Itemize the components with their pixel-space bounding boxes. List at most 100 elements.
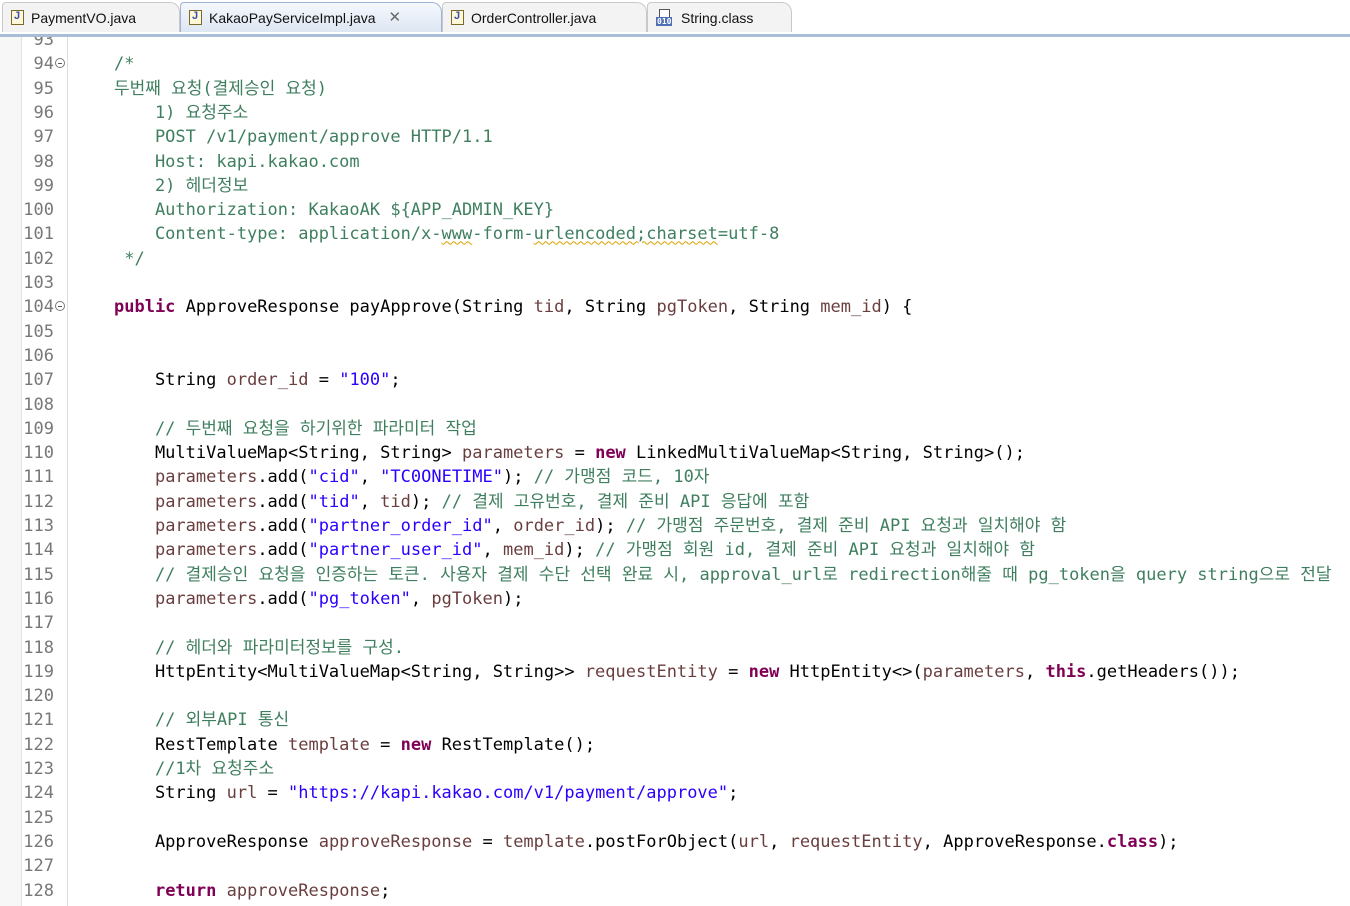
code-token: 2) 헤더정보	[114, 175, 249, 196]
code-token: =	[717, 661, 749, 682]
code-line[interactable]: 123 //1차 요청주소	[0, 757, 1350, 781]
code-line[interactable]: 95 두번째 요청(결제승인 요청)	[0, 77, 1350, 101]
code-token: return	[154, 880, 217, 901]
code-text: parameters.add("pg_token", pgToken);	[114, 587, 524, 611]
line-number: 105	[23, 321, 54, 342]
tab-label: PaymentVO.java	[31, 9, 137, 26]
code-line[interactable]: 110 MultiValueMap<String, String> parame…	[0, 441, 1350, 465]
code-line[interactable]: 118 // 헤더와 파라미터정보를 구성.	[0, 636, 1350, 660]
code-token: /*	[114, 54, 135, 75]
code-line[interactable]: 128 return approveResponse;	[0, 879, 1350, 903]
code-editor[interactable]: 93 94/* 95 두번째 요청(결제승인 요청) 96 1) 요청주소 97 POST…	[0, 37, 1350, 906]
close-icon[interactable]: ✕	[389, 10, 402, 25]
code-line[interactable]: 103	[0, 271, 1350, 295]
tab-kakaopayserviceimpl[interactable]: KakaoPayServiceImpl.java ✕	[180, 2, 442, 32]
code-token: approveResponse	[318, 831, 473, 852]
code-token: .getHeaders());	[1086, 661, 1240, 682]
java-file-icon	[11, 10, 24, 25]
code-line[interactable]: 124 String url = "https://kapi.kakao.com…	[0, 781, 1350, 805]
fold-toggle-icon[interactable]	[55, 301, 65, 312]
code-line[interactable]: 126 ApproveResponse approveResponse = te…	[0, 830, 1350, 854]
code-line[interactable]: 109 // 두번째 요청을 하기위한 파라미터 작업	[0, 417, 1350, 441]
line-number: 116	[23, 588, 54, 609]
code-token: parameters	[462, 443, 565, 464]
code-token: pgToken	[431, 588, 503, 609]
code-line[interactable]: 99 2) 헤더정보	[0, 174, 1350, 198]
code-line[interactable]: 98 Host: kapi.kakao.com	[0, 150, 1350, 174]
code-line[interactable]: 94 /*	[0, 52, 1350, 76]
code-line[interactable]: 114 parameters.add("partner_user_id", me…	[0, 538, 1350, 562]
code-token: parameters	[154, 516, 258, 536]
code-token: =	[369, 734, 401, 755]
code-line[interactable]: 106	[0, 344, 1350, 368]
code-token: approveResponse	[226, 880, 381, 901]
code-token: ,	[482, 540, 503, 561]
code-text: 1) 요청주소	[114, 101, 248, 125]
code-text: /*	[114, 52, 134, 76]
code-line[interactable]: 117	[0, 611, 1350, 635]
line-number: 107	[23, 370, 54, 391]
code-token: ApproveResponse	[114, 831, 319, 852]
code-line[interactable]: 108	[0, 393, 1350, 417]
code-token: tid	[380, 491, 411, 512]
code-line[interactable]: 120	[0, 684, 1350, 708]
code-token: url	[738, 831, 770, 852]
code-line[interactable]: 113 parameters.add("partner_order_id", o…	[0, 514, 1350, 538]
code-token: // 결제 고유번호, 결제 준비 API 응답에 포함	[441, 491, 810, 512]
line-number: 118	[23, 637, 54, 658]
code-line[interactable]: 122 RestTemplate template = new RestTemp…	[0, 733, 1350, 757]
code-line[interactable]: 107 String order_id = "100";	[0, 368, 1350, 392]
code-token: parameters	[922, 661, 1025, 682]
code-line[interactable]: 127	[0, 854, 1350, 878]
code-token: // 가맹점 주문번호, 결제 준비 API 요청과 일치해야 함	[625, 516, 1067, 536]
code-token: =utf-8	[717, 224, 780, 245]
code-line[interactable]: 112 parameters.add("tid", tid); // 결제 고유…	[0, 490, 1350, 514]
code-line[interactable]: 125	[0, 806, 1350, 830]
code-token: pgToken	[656, 297, 729, 318]
line-number: 127	[23, 856, 54, 877]
code-line[interactable]: 102 */	[0, 247, 1350, 271]
code-token: //1차 요청주소	[114, 759, 275, 779]
code-line[interactable]: 115 // 결제승인 요청을 인증하는 토큰. 사용자 결제 수단 선택 완료…	[0, 563, 1350, 587]
code-line[interactable]: 96 1) 요청주소	[0, 101, 1350, 125]
code-token: Authorization: KakaoAK ${APP_ADMIN_KEY}	[114, 200, 555, 221]
code-token: , String	[728, 297, 821, 318]
code-text: // 헤더와 파라미터정보를 구성.	[114, 636, 404, 660]
tab-label: KakaoPayServiceImpl.java	[209, 9, 376, 26]
tab-ordercontroller[interactable]: OrderController.java	[442, 2, 647, 32]
code-text: //1차 요청주소	[114, 757, 274, 781]
code-text: POST /v1/payment/approve HTTP/1.1	[114, 125, 493, 149]
code-line[interactable]: 119 HttpEntity<MultiValueMap<String, Str…	[0, 660, 1350, 684]
tab-string-class[interactable]: 010 String.class	[647, 2, 792, 32]
code-line[interactable]: 104 public ApproveResponse payApprove(Str…	[0, 295, 1350, 319]
code-line[interactable]: 116 parameters.add("pg_token", pgToken);	[0, 587, 1350, 611]
code-line[interactable]: 93	[0, 37, 1350, 52]
line-number: 121	[23, 710, 54, 731]
code-line[interactable]: 105	[0, 320, 1350, 344]
code-line[interactable]: 101 Content-type: application/x-www-form…	[0, 222, 1350, 246]
code-token: ApproveResponse payApprove(String	[175, 297, 534, 318]
line-number: 108	[23, 394, 54, 415]
tab-paymentvo[interactable]: PaymentVO.java	[2, 2, 180, 32]
line-number: 120	[23, 686, 54, 707]
code-line[interactable]: 100 Authorization: KakaoAK ${APP_ADMIN_K…	[0, 198, 1350, 222]
line-number: 125	[23, 807, 54, 828]
line-number: 93	[33, 37, 54, 50]
code-token: );	[564, 540, 596, 561]
code-token: , ApproveResponse.	[922, 831, 1107, 852]
code-text: parameters.add("partner_order_id", order…	[114, 514, 1066, 538]
code-line[interactable]: 111 parameters.add("cid", "TC0ONETIME");…	[0, 465, 1350, 489]
fold-toggle-icon[interactable]	[55, 58, 65, 69]
code-line[interactable]: 121 // 외부API 통신	[0, 708, 1350, 732]
code-line[interactable]: 97 POST /v1/payment/approve HTTP/1.1	[0, 125, 1350, 149]
code-token: mem_id	[502, 540, 565, 561]
code-token: ,	[769, 831, 790, 852]
code-text: // 결제승인 요청을 인증하는 토큰. 사용자 결제 수단 선택 완료 시, …	[114, 563, 1332, 587]
code-token: "https://kapi.kakao.com/v1/payment/appro…	[288, 783, 729, 804]
code-text: String url = "https://kapi.kakao.com/v1/…	[114, 781, 738, 805]
code-token: // 헤더와 파라미터정보를 구성.	[114, 637, 405, 658]
